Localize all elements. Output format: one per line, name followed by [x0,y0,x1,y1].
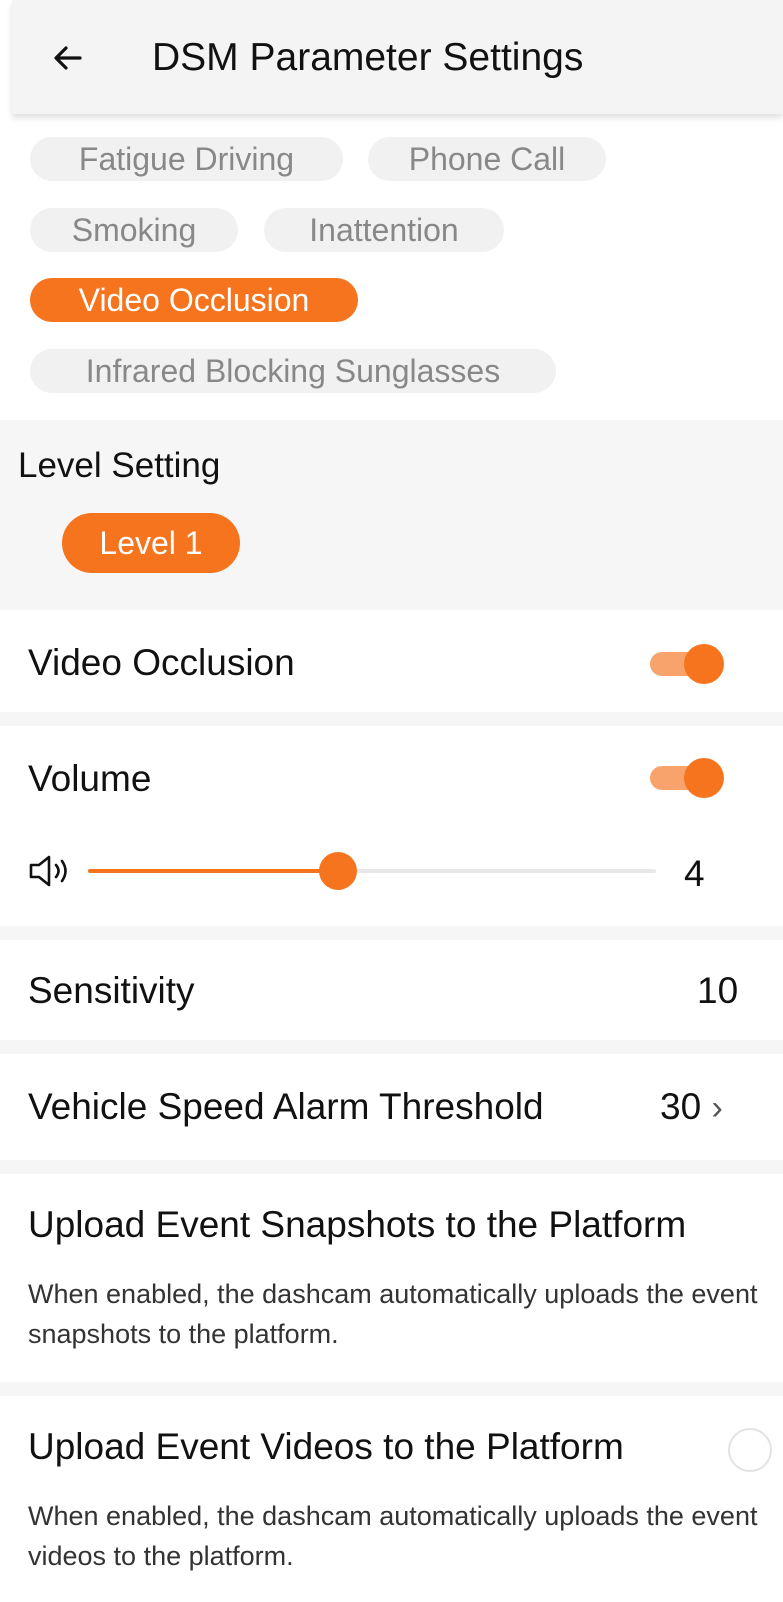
volume-slider-knob[interactable] [318,852,357,890]
app-header: DSM Parameter Settings [12,0,783,114]
upload-videos-description: When enabled, the dashcam automatically … [28,1501,758,1571]
toggle-knob [684,644,724,684]
chip-phone-call[interactable]: Phone Call [368,137,606,181]
video-occlusion-label: Video Occlusion [28,642,295,683]
chip-inattention[interactable]: Inattention [264,208,504,252]
upload-snapshots-label: Upload Event Snapshots to the Platform [28,1204,687,1245]
divider [0,1382,783,1396]
speed-threshold-value[interactable]: 30 › [660,1086,723,1128]
divider [0,1160,783,1174]
sensitivity-label: Sensitivity [28,970,195,1011]
upload-videos-toggle[interactable] [728,1428,772,1472]
chip-smoking[interactable]: Smoking [30,208,238,252]
divider [0,926,783,940]
level-chip-selected[interactable]: Level 1 [62,513,240,573]
page-title: DSM Parameter Settings [152,36,584,79]
speaker-icon [29,855,67,887]
back-arrow-icon[interactable] [50,40,86,76]
level-setting-title: Level Setting [18,446,221,485]
upload-snapshots-description: When enabled, the dashcam automatically … [28,1279,758,1349]
chip-video-occlusion[interactable]: Video Occlusion [30,278,358,322]
chip-fatigue-driving[interactable]: Fatigue Driving [30,137,343,181]
volume-label: Volume [28,758,152,799]
sensitivity-value[interactable]: 10 [697,970,738,1012]
upload-videos-label: Upload Event Videos to the Platform [28,1426,624,1467]
video-occlusion-toggle[interactable] [650,644,724,684]
volume-slider[interactable] [88,852,656,890]
speed-threshold-number: 30 [660,1086,702,1127]
toggle-knob [684,758,724,798]
divider [0,1040,783,1054]
volume-slider-fill [88,869,338,873]
volume-value: 4 [684,853,705,894]
chip-infrared-blocking-sunglasses[interactable]: Infrared Blocking Sunglasses [30,349,556,393]
volume-toggle[interactable] [650,758,724,798]
speed-threshold-label[interactable]: Vehicle Speed Alarm Threshold [28,1086,544,1128]
divider [0,712,783,726]
chevron-right-icon: › [711,1089,723,1127]
